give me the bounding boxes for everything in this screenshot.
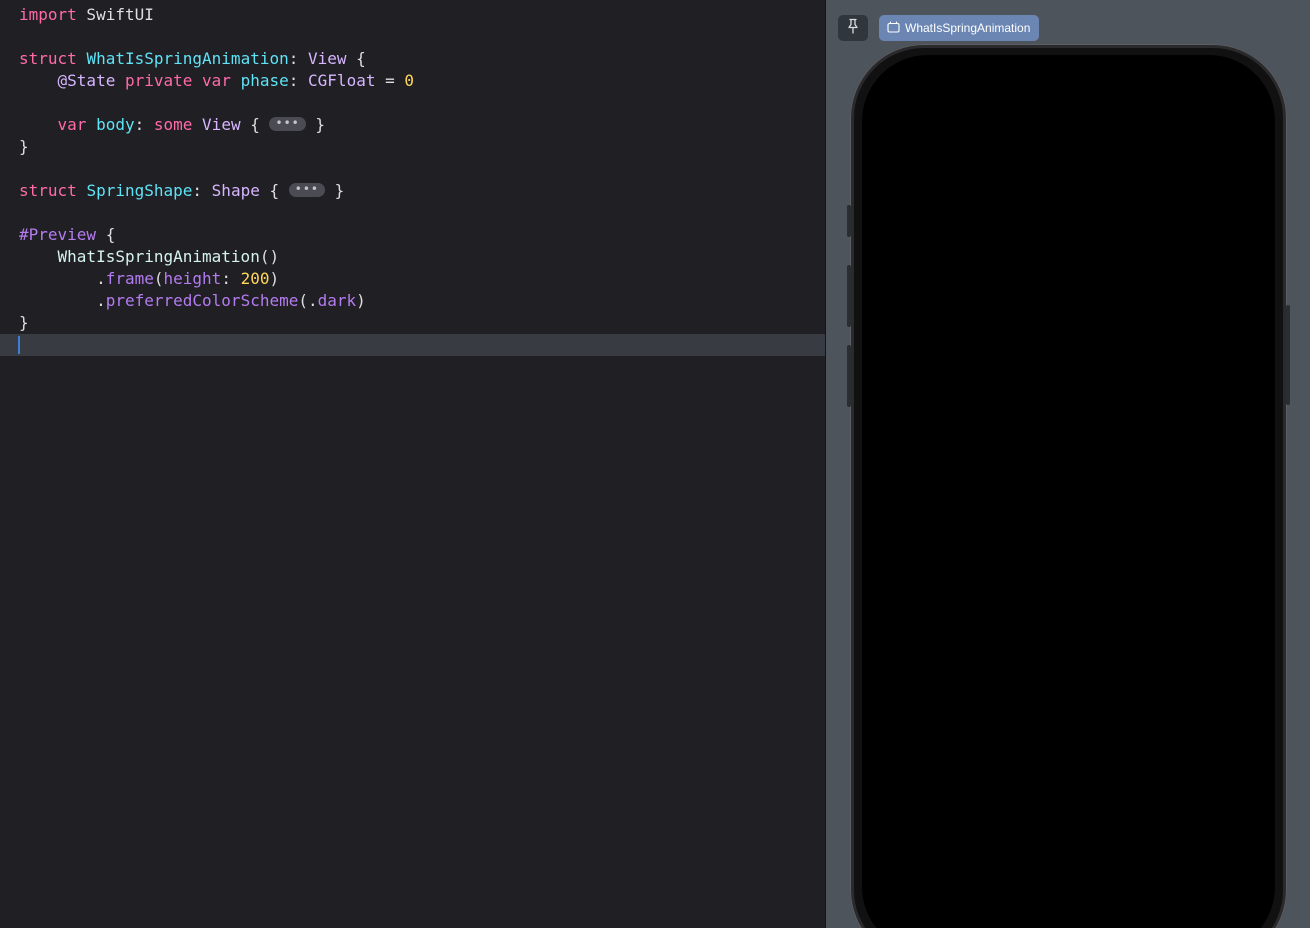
volume-down-button [847, 345, 851, 407]
code-line[interactable] [0, 334, 825, 356]
device-bezel [854, 48, 1283, 928]
volume-up-button [847, 265, 851, 327]
code-token: var [57, 115, 87, 134]
code-token: View [308, 49, 347, 68]
code-fold-ellipsis-button[interactable]: ••• [288, 182, 325, 197]
code-line[interactable]: #Preview { [0, 224, 825, 246]
code-token: body [96, 115, 135, 134]
code-token: ( [153, 269, 164, 288]
preview-window-icon [887, 20, 900, 36]
code-token: = [375, 71, 405, 90]
code-fold-ellipsis-button[interactable]: ••• [269, 116, 306, 131]
code-token: : [134, 115, 154, 134]
action-button [847, 205, 851, 237]
iphone-device-frame [850, 44, 1287, 928]
code-editor[interactable]: import SwiftUI struct WhatIsSpringAnimati… [0, 0, 825, 928]
code-token: : [221, 269, 241, 288]
code-token: var [202, 71, 231, 90]
code-token: phase [240, 71, 289, 90]
code-line[interactable]: var body: some View { ••• } [0, 114, 825, 136]
code-token: 200 [240, 269, 270, 288]
code-line[interactable]: } [0, 136, 825, 158]
xcode-window: import SwiftUI struct WhatIsSpringAnimati… [0, 0, 1310, 928]
code-token: #Preview [19, 225, 97, 244]
code-line[interactable] [0, 92, 825, 114]
code-token: { [240, 115, 270, 134]
code-line[interactable] [0, 26, 825, 48]
code-token: { [346, 49, 366, 68]
preview-tab[interactable]: WhatIsSpringAnimation [879, 15, 1040, 41]
code-line[interactable]: struct WhatIsSpringAnimation: View { [0, 48, 825, 70]
code-token: { [259, 181, 289, 200]
preview-tab-label: WhatIsSpringAnimation [905, 21, 1031, 35]
code-token: ) [269, 269, 280, 288]
code-token: . [19, 291, 106, 310]
code-token: WhatIsSpringAnimation [86, 49, 289, 68]
code-token: SpringShape [86, 181, 193, 200]
code-token: @State [57, 71, 116, 90]
code-token: struct [19, 49, 77, 68]
code-line[interactable]: @State private var phase: CGFloat = 0 [0, 70, 825, 92]
code-token: } [324, 181, 345, 200]
code-line[interactable]: .preferredColorScheme(.dark) [0, 290, 825, 312]
code-token: dark [317, 291, 357, 310]
code-line[interactable]: } [0, 312, 825, 334]
code-token: . [19, 269, 106, 288]
code-token: import [19, 5, 77, 24]
code-lines: import SwiftUI struct WhatIsSpringAnimati… [0, 4, 825, 356]
code-line[interactable]: struct SpringShape: Shape { ••• } [0, 180, 825, 202]
code-token: } [19, 313, 29, 332]
code-token: { [96, 225, 116, 244]
code-token: WhatIsSpringAnimation [57, 247, 260, 266]
code-token: : [192, 181, 212, 200]
code-token: } [305, 115, 325, 134]
code-token: height [163, 269, 222, 288]
preview-canvas: WhatIsSpringAnimation [826, 0, 1310, 928]
code-token: frame [105, 269, 154, 288]
text-cursor [18, 336, 20, 354]
code-token: 0 [404, 71, 415, 90]
device-screen[interactable] [862, 55, 1275, 928]
code-token: View [202, 115, 241, 134]
pin-preview-button[interactable] [838, 15, 868, 41]
code-token: ) [356, 291, 366, 310]
code-token: CGFloat [308, 71, 376, 90]
code-token: struct [19, 181, 77, 200]
code-line[interactable]: .frame(height: 200) [0, 268, 825, 290]
code-token: : [288, 71, 309, 90]
code-token: Shape [211, 181, 260, 200]
code-token: : [288, 49, 308, 68]
code-token: () [259, 247, 280, 266]
code-token: (. [298, 291, 318, 310]
code-token: preferredColorScheme [105, 291, 299, 310]
pin-icon [846, 18, 860, 39]
code-line[interactable]: import SwiftUI [0, 4, 825, 26]
code-token: private [124, 71, 193, 90]
code-token: } [19, 137, 29, 156]
power-button [1286, 305, 1290, 405]
code-token: SwiftUI [76, 5, 154, 24]
code-token: some [153, 115, 193, 134]
code-line[interactable] [0, 158, 825, 180]
code-line[interactable] [0, 202, 825, 224]
code-line[interactable]: WhatIsSpringAnimation() [0, 246, 825, 268]
